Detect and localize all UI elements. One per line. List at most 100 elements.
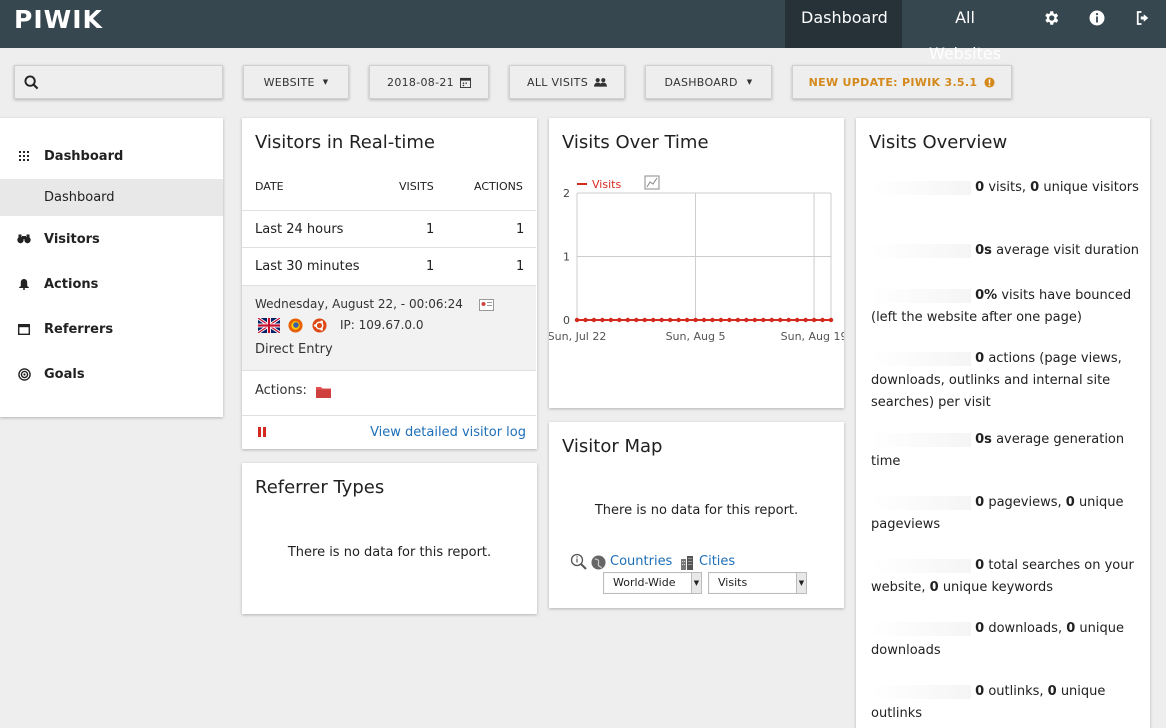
visitor-profile-icon[interactable] (479, 299, 494, 311)
menu-goals[interactable]: Goals (0, 356, 223, 392)
data-point[interactable] (820, 317, 825, 323)
metric-select[interactable]: Visits ▼ (708, 572, 807, 594)
zoom-info-icon[interactable] (570, 553, 588, 571)
update-notice-label: NEW UPDATE: PIWIK 3.5.1 (808, 75, 978, 89)
sparkline[interactable] (871, 684, 971, 699)
y-tick-label: 2 (563, 187, 570, 200)
overview-value: 0 (929, 580, 939, 595)
data-point[interactable] (828, 317, 834, 323)
search-input[interactable] (14, 65, 223, 99)
legend-label[interactable]: Visits (592, 178, 621, 191)
data-point[interactable] (591, 317, 597, 323)
piwik-logo[interactable]: PIWIK (14, 5, 103, 34)
sparkline[interactable] (871, 621, 971, 636)
data-point[interactable] (744, 317, 749, 323)
actions-label: Actions: (255, 383, 307, 398)
update-notice-button[interactable]: NEW UPDATE: PIWIK 3.5.1 (792, 65, 1012, 99)
data-point[interactable] (718, 317, 724, 323)
cities-link[interactable]: Cities (699, 554, 735, 569)
menu-visitors-label: Visitors (44, 231, 100, 247)
visitor-log-link[interactable]: View detailed visitor log (370, 425, 526, 440)
data-point[interactable] (600, 317, 605, 323)
menu-referrers[interactable]: Referrers (0, 311, 223, 347)
website-selector[interactable]: WEBSITE ▼ (243, 65, 349, 99)
segment-selector[interactable]: ALL VISITS (509, 65, 625, 99)
row-visits: 1 (426, 222, 435, 237)
caret-down-icon: ▼ (746, 78, 753, 86)
sparkline[interactable] (871, 180, 971, 195)
data-point[interactable] (693, 317, 698, 323)
folder-icon[interactable] (316, 385, 331, 398)
date-selector-label: 2018-08-21 (387, 75, 454, 89)
top-nav: Dashboard All Websites (785, 0, 1166, 63)
sparkline[interactable] (871, 432, 971, 447)
data-point[interactable] (701, 317, 707, 323)
x-tick-label: Sun, Aug 19 (781, 330, 844, 343)
info-icon[interactable] (1074, 0, 1120, 48)
region-select-value: World-Wide (613, 576, 676, 589)
realtime-title: Visitors in Real-time (255, 132, 435, 153)
grid-icon (0, 151, 44, 161)
referrer-types-widget: Referrer Types There is no data for this… (242, 463, 537, 614)
menu-actions[interactable]: Actions (0, 266, 223, 302)
segment-selector-label: ALL VISITS (527, 75, 588, 89)
data-point[interactable] (769, 317, 774, 323)
data-point[interactable] (684, 317, 690, 323)
dropdown-arrow-icon: ▼ (796, 573, 806, 593)
data-point[interactable] (667, 317, 673, 323)
visits-over-time-widget: Visits Over Time Visits 0 1 2 Sun, Jul 22 Sun… (549, 118, 844, 408)
data-point[interactable] (651, 317, 656, 323)
data-point[interactable] (642, 317, 647, 323)
gear-icon[interactable] (1028, 0, 1074, 48)
menu-visitors[interactable]: Visitors (0, 221, 223, 257)
data-point[interactable] (574, 317, 580, 323)
overview-value: 0 (975, 180, 985, 195)
data-point[interactable] (811, 317, 817, 323)
data-point[interactable] (794, 317, 800, 323)
date-selector[interactable]: 2018-08-21 (369, 65, 489, 99)
data-point[interactable] (634, 317, 639, 323)
binoculars-icon (0, 234, 44, 244)
data-point[interactable] (608, 317, 614, 323)
sparkline[interactable] (871, 351, 971, 366)
submenu-dashboard[interactable]: Dashboard (0, 179, 223, 216)
overview-value: 0% (975, 288, 998, 303)
data-point[interactable] (778, 317, 783, 323)
data-point[interactable] (625, 317, 630, 323)
sparkline[interactable] (871, 495, 971, 510)
data-point[interactable] (617, 317, 622, 323)
region-select[interactable]: World-Wide ▼ (603, 572, 702, 594)
data-point[interactable] (583, 317, 588, 323)
sign-out-icon[interactable] (1120, 0, 1166, 48)
data-point[interactable] (676, 317, 681, 323)
row-label: Last 24 hours (255, 222, 344, 237)
col-header-actions: ACTIONS (474, 180, 523, 193)
visits-chart[interactable]: Visits 0 1 2 Sun, Jul 22 Sun, Aug 5 Sun, Aug 1… (549, 173, 844, 353)
data-point[interactable] (752, 317, 757, 323)
nav-all-websites[interactable]: All Websites (902, 0, 1028, 63)
nav-dashboard[interactable]: Dashboard (785, 0, 902, 48)
data-point[interactable] (727, 317, 732, 323)
referrer-types-title: Referrer Types (255, 477, 385, 498)
data-point[interactable] (710, 317, 715, 323)
visitor-map-widget: Visitor Map There is no data for this re… (549, 422, 844, 608)
dashboard-selector[interactable]: DASHBOARD ▼ (645, 65, 772, 99)
data-point[interactable] (659, 317, 664, 323)
sparkline[interactable] (871, 558, 971, 573)
data-point[interactable] (803, 317, 808, 323)
visit-time: Wednesday, August 22, - 00:06:24 (255, 297, 463, 311)
overview-value: 0s (975, 243, 992, 258)
sparkline[interactable] (871, 243, 971, 258)
data-point[interactable] (761, 317, 766, 323)
overview-text: downloads, (984, 621, 1067, 636)
data-point[interactable] (786, 317, 791, 323)
pause-icon[interactable] (257, 427, 267, 437)
overview-item: 0% visits have bounced (left the website… (871, 285, 1146, 329)
sparkline[interactable] (871, 288, 971, 303)
browser-window-icon (0, 323, 44, 335)
menu-dashboard[interactable]: Dashboard (0, 138, 223, 174)
countries-link[interactable]: Countries (610, 554, 672, 569)
data-point[interactable] (735, 317, 741, 323)
overview-text: unique keywords (938, 580, 1054, 595)
overview-value: 0 (975, 351, 985, 366)
